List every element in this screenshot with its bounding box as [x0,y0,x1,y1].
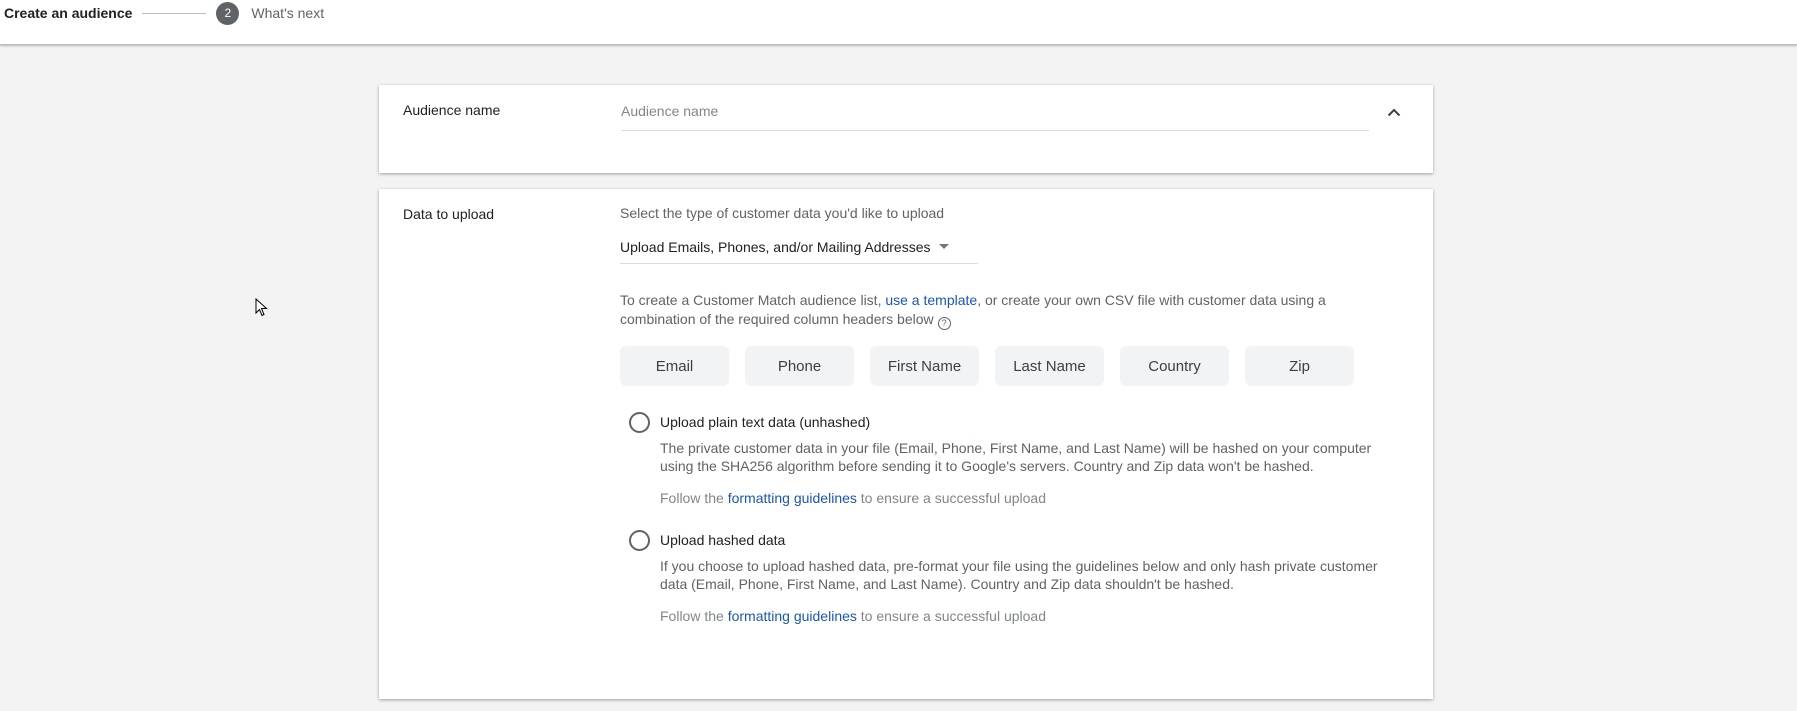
column-header-chip: Zip [1245,346,1354,386]
footer-text-continued: to ensure a successful upload [856,608,1047,624]
audience-name-label: Audience name [403,102,501,118]
footer-text: Follow the [660,490,728,506]
footer-text-continued: to ensure a successful upload [856,490,1047,506]
data-to-upload-label: Data to upload [403,206,495,222]
step-1-label: Create an audience [4,5,133,21]
mouse-cursor-icon [255,298,268,317]
audience-name-input[interactable] [621,99,1369,119]
collapse-button[interactable] [1382,100,1406,124]
data-to-upload-card: Data to upload Select the type of custom… [379,189,1433,699]
top-bar: Create an audience 2 What's next [0,0,1797,45]
data-type-dropdown[interactable]: Upload Emails, Phones, and/or Mailing Ad… [620,234,978,264]
template-description: To create a Customer Match audience list… [620,291,1400,330]
hashed-radio[interactable] [629,530,650,551]
chevron-up-icon [1387,108,1401,116]
option-title[interactable]: Upload hashed data [660,531,1400,549]
data-upload-content: Select the type of customer data you'd l… [620,205,1400,624]
option-description: If you choose to upload hashed data, pre… [660,558,1378,592]
dropdown-arrow-icon [938,244,949,249]
use-template-link[interactable]: use a template [885,292,977,308]
stepper: Create an audience 2 What's next [4,1,325,25]
data-type-hint: Select the type of customer data you'd l… [620,205,945,221]
column-header-chip: Country [1120,346,1229,386]
step-2-badge: 2 [216,1,240,25]
formatting-guidelines-link[interactable]: formatting guidelines [728,490,857,506]
column-header-chip: Email [620,346,729,386]
audience-name-field [621,99,1369,131]
stepper-connector [142,12,207,14]
description-text: To create a Customer Match audience list… [620,292,886,308]
formatting-guidelines-link[interactable]: formatting guidelines [728,608,857,624]
column-header-chip: Last Name [995,346,1104,386]
upload-option-hashed: Upload hashed data If you choose to uplo… [620,530,1400,624]
column-header-chip: First Name [870,346,979,386]
option-title[interactable]: Upload plain text data (unhashed) [660,413,1400,431]
unhashed-radio[interactable] [629,412,650,433]
dropdown-selected-value: Upload Emails, Phones, and/or Mailing Ad… [620,238,931,255]
column-header-chip: Phone [745,346,854,386]
audience-name-card: Audience name [379,85,1433,173]
step-2-label: What's next [251,5,325,21]
column-headers: Email Phone First Name Last Name Country… [620,346,1400,386]
upload-option-unhashed: Upload plain text data (unhashed) The pr… [620,412,1400,506]
option-description: The private customer data in your file (… [660,440,1372,474]
option-footer: Follow the formatting guidelines to ensu… [660,608,1400,624]
help-icon[interactable]: ? [937,317,951,330]
option-footer: Follow the formatting guidelines to ensu… [660,490,1400,506]
footer-text: Follow the [660,608,728,624]
